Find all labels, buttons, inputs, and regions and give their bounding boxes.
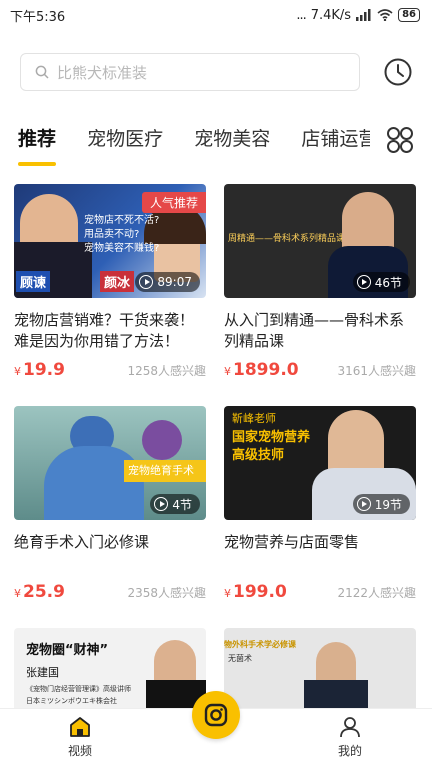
nav-video[interactable]: 视频 bbox=[50, 715, 110, 759]
bottom-navigation: 视频 我的 bbox=[0, 691, 432, 768]
network-speed: 7.4K/s bbox=[310, 7, 352, 23]
teacher-name: 靳峰老师 bbox=[232, 412, 276, 425]
price-value: 25.9 bbox=[23, 582, 65, 602]
nav-mine[interactable]: 我的 bbox=[320, 715, 380, 759]
teacher-title-line: 国家宠物营养 bbox=[232, 430, 311, 445]
all-categories-button[interactable] bbox=[386, 126, 414, 154]
camera-icon bbox=[204, 703, 228, 727]
duration-text: 89:07 bbox=[157, 275, 192, 289]
tab-recommend[interactable]: 推荐 bbox=[18, 118, 57, 166]
status-indicators: ... 7.4K/s 86 bbox=[296, 8, 420, 23]
price-value: 19.9 bbox=[23, 360, 65, 380]
thumb-line: 宠物店不死不活? bbox=[84, 215, 160, 226]
course-title: 宠物店营销难？干货来袭！难是因为你用错了方法！ bbox=[14, 311, 195, 350]
currency-symbol: ¥ bbox=[224, 365, 231, 378]
course-thumbnail: 人气推荐 宠物店不死不活? 用品卖不动? 宠物美容不赚钱? 顾谏 颜冰 89:0… bbox=[14, 184, 206, 298]
user-icon bbox=[340, 717, 360, 738]
course-price: ¥19.9 bbox=[14, 360, 65, 380]
thumb-line: 日本ミツシンボウエキ株会社 bbox=[26, 697, 117, 705]
price-value: 1899.0 bbox=[233, 360, 299, 380]
course-meta: ¥25.9 2358人感兴趣 bbox=[14, 582, 206, 602]
wifi-icon bbox=[377, 9, 393, 21]
course-thumbnail: 周精通——骨科术系列精品课 46节 bbox=[224, 184, 416, 298]
interest-count: 2122人感兴趣 bbox=[337, 586, 416, 600]
currency-symbol: ¥ bbox=[14, 587, 21, 600]
status-bar: 下午5:36 ... 7.4K/s 86 bbox=[0, 0, 432, 30]
search-row: 比熊犬标准装 bbox=[20, 52, 414, 92]
teacher-suit bbox=[304, 680, 368, 710]
search-input[interactable]: 比熊犬标准装 bbox=[20, 53, 360, 91]
thumb-sub: 无菌术 bbox=[228, 654, 252, 663]
surgeon-gown bbox=[44, 446, 144, 520]
course-title: 从入门到精通——骨科术系列精品课 bbox=[224, 311, 405, 350]
course-thumbnail: 靳峰老师 国家宠物营养 高级技师 19节 bbox=[224, 406, 416, 520]
grid-icon bbox=[387, 127, 413, 153]
course-meta: ¥1899.0 3161人感兴趣 bbox=[224, 360, 416, 380]
play-icon bbox=[154, 497, 169, 511]
lesson-count-text: 19节 bbox=[374, 497, 402, 512]
course-price: ¥25.9 bbox=[14, 582, 65, 602]
currency-symbol: ¥ bbox=[224, 587, 231, 600]
thumb-line: 用品卖不动? bbox=[84, 229, 140, 240]
course-title: 宠物营养与店面零售 bbox=[224, 533, 360, 551]
course-card[interactable]: 周精通——骨科术系列精品课 46节 从入门到精通——骨科术系列精品课 ¥1899… bbox=[224, 184, 416, 380]
status-time: 下午5:36 bbox=[10, 9, 66, 25]
lesson-count-text: 46节 bbox=[374, 275, 402, 290]
interest-count: 3161人感兴趣 bbox=[337, 364, 416, 378]
lesson-count-badge: 19节 bbox=[352, 494, 410, 514]
teacher-title-line: 高级技师 bbox=[232, 448, 285, 463]
speaker-name-right: 颜冰 bbox=[100, 271, 135, 292]
nav-mine-label: 我的 bbox=[337, 744, 362, 758]
thumb-line: 宠物美容不赚钱? bbox=[84, 243, 160, 254]
course-card[interactable]: 宠物绝育手术 4节 绝育手术入门必修课 ¥25.9 2358人感兴趣 bbox=[14, 406, 206, 602]
history-button[interactable] bbox=[382, 56, 414, 88]
course-meta: ¥19.9 1258人感兴趣 bbox=[14, 360, 206, 380]
play-icon bbox=[139, 275, 154, 289]
search-icon bbox=[35, 65, 49, 79]
tab-store-operation[interactable]: 店铺运营 bbox=[301, 118, 370, 160]
thumb-heading: 宠物圈“财神” bbox=[26, 643, 109, 658]
home-icon bbox=[70, 717, 90, 737]
tab-strip: 推荐 宠物医疗 宠物美容 店铺运营 bbox=[18, 118, 370, 172]
status-dots: ... bbox=[296, 7, 306, 23]
lesson-count-text: 4节 bbox=[172, 497, 192, 512]
course-card[interactable]: 靳峰老师 国家宠物营养 高级技师 19节 宠物营养与店面零售 ¥199.0 21… bbox=[224, 406, 416, 602]
center-camera-button[interactable] bbox=[192, 691, 240, 739]
course-title: 绝育手术入门必修课 bbox=[14, 533, 150, 551]
lesson-count-badge: 46节 bbox=[352, 272, 410, 292]
clock-icon bbox=[384, 58, 412, 86]
thumb-banner: 周精通——骨科术系列精品课 bbox=[228, 234, 346, 244]
assistant-image bbox=[142, 420, 182, 460]
price-value: 199.0 bbox=[233, 582, 287, 602]
play-icon bbox=[356, 497, 371, 511]
thumb-banner: 物外科手术学必修课 bbox=[224, 640, 296, 649]
interest-count: 2358人感兴趣 bbox=[127, 586, 206, 600]
course-price: ¥199.0 bbox=[224, 582, 287, 602]
lesson-count-badge: 4节 bbox=[150, 494, 200, 514]
course-meta: ¥199.0 2122人感兴趣 bbox=[224, 582, 416, 602]
speaker-name-left: 顾谏 bbox=[16, 271, 51, 292]
search-placeholder: 比熊犬标准装 bbox=[57, 63, 148, 82]
currency-symbol: ¥ bbox=[14, 365, 21, 378]
signal-icon bbox=[356, 9, 371, 21]
tab-pet-grooming[interactable]: 宠物美容 bbox=[194, 118, 270, 160]
thumb-line: 《宠物门店经营管理课》高级讲师 bbox=[26, 685, 131, 693]
duration-badge: 89:07 bbox=[135, 272, 200, 292]
popular-tag: 人气推荐 bbox=[141, 192, 206, 213]
play-icon bbox=[356, 275, 371, 289]
course-thumbnail: 宠物绝育手术 4节 bbox=[14, 406, 206, 520]
interest-count: 1258人感兴趣 bbox=[127, 364, 206, 378]
thumb-tag: 宠物绝育手术 bbox=[128, 464, 194, 477]
nav-video-label: 视频 bbox=[67, 744, 92, 758]
course-card[interactable]: 人气推荐 宠物店不死不活? 用品卖不动? 宠物美容不赚钱? 顾谏 颜冰 89:0… bbox=[14, 184, 206, 380]
tab-pet-medical[interactable]: 宠物医疗 bbox=[87, 118, 163, 160]
category-tabs: 推荐 宠物医疗 宠物美容 店铺运营 bbox=[0, 118, 432, 172]
battery-icon: 86 bbox=[398, 8, 420, 22]
course-price: ¥1899.0 bbox=[224, 360, 299, 380]
thumb-name: 张建国 bbox=[26, 666, 59, 679]
